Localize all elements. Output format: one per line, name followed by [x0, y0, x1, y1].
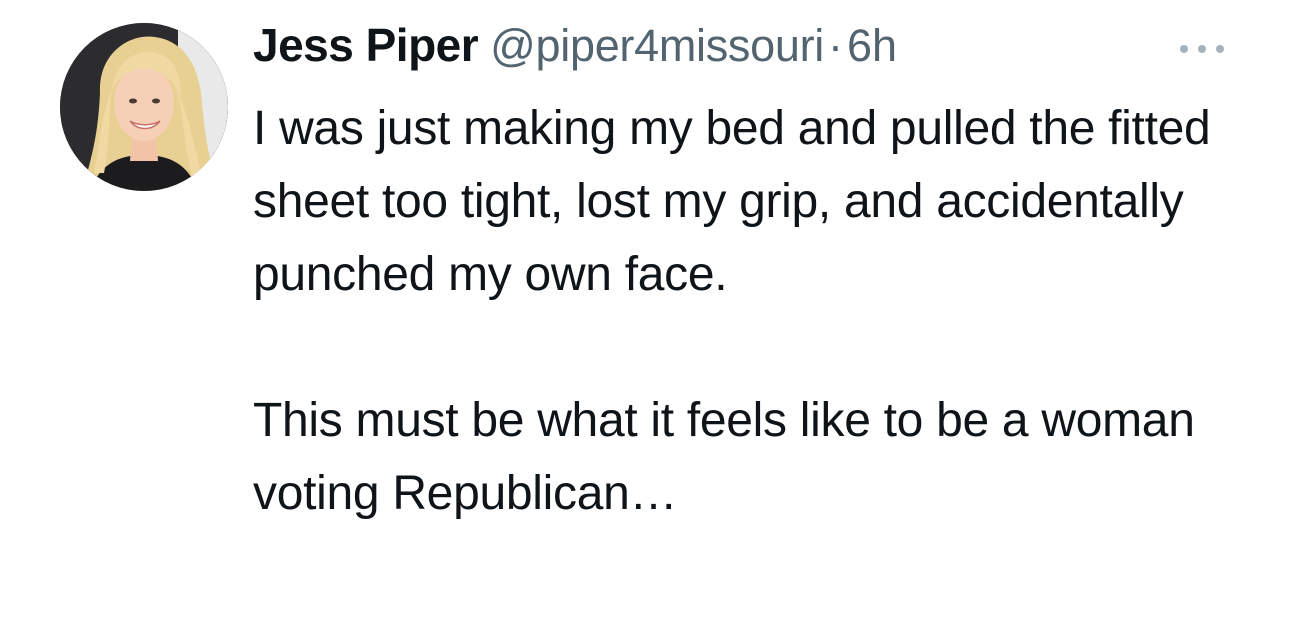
avatar[interactable] — [60, 23, 228, 191]
timestamp[interactable]: 6h — [847, 20, 897, 72]
author-handle[interactable]: @piper4missouri — [490, 20, 824, 72]
tweet-header: Jess Piper @piper4missouri · 6h — [253, 18, 897, 80]
more-dot — [1198, 45, 1206, 53]
tweet-text: I was just making my bed and pulled the … — [253, 92, 1253, 530]
more-dot — [1180, 45, 1188, 53]
separator-dot: · — [827, 20, 843, 71]
tweet: Jess Piper @piper4missouri · 6h I was ju… — [0, 0, 1290, 628]
author-name[interactable]: Jess Piper — [253, 18, 479, 72]
more-options-icon[interactable] — [1180, 42, 1224, 56]
profile-photo-avatar — [60, 23, 228, 191]
tweet-paragraph: This must be what it feels like to be a … — [253, 394, 1195, 520]
more-dot — [1216, 45, 1224, 53]
tweet-paragraph: I was just making my bed and pulled the … — [253, 102, 1211, 301]
